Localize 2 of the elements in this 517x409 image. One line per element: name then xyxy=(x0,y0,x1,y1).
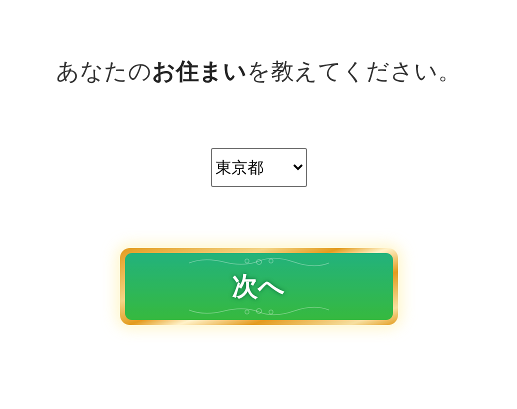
prefecture-select[interactable]: 東京都 xyxy=(210,148,306,187)
question-text: あなたのお住まいを教えてください。 xyxy=(56,58,461,87)
